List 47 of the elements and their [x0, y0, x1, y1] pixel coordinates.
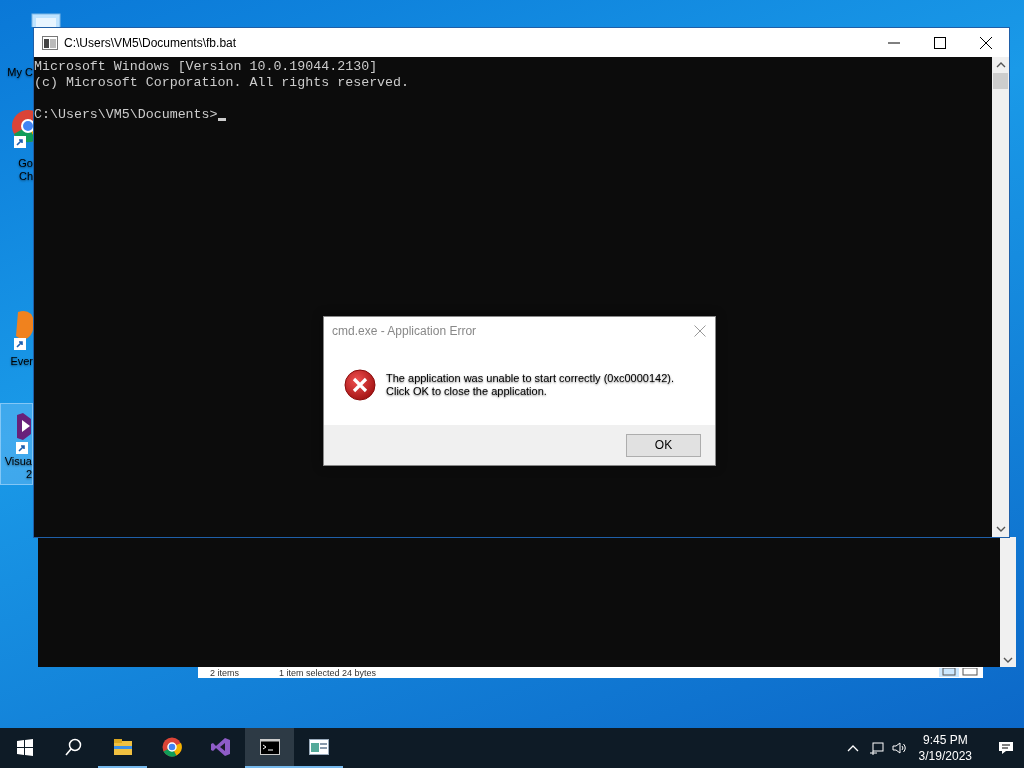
icon-label: 2	[25, 468, 32, 481]
command-prompt: C:\Users\VM5\Documents>	[34, 107, 218, 123]
icon-label: Ch	[18, 170, 33, 183]
clock-time[interactable]: 9:45 PM	[922, 732, 968, 748]
error-message: The application was unable to start correctly (0xc0000142).	[386, 372, 674, 385]
scrollbar[interactable]	[992, 57, 1009, 537]
computer-icon[interactable]	[30, 12, 64, 27]
shortcut-arrow-icon	[16, 442, 28, 454]
ok-button[interactable]: OK	[626, 433, 701, 457]
scroll-thumb[interactable]	[993, 73, 1008, 89]
scroll-down-icon[interactable]	[1003, 656, 1013, 664]
browser-icon	[161, 737, 182, 757]
scrollbar[interactable]	[1000, 537, 1016, 667]
window-icon	[308, 737, 329, 757]
icon-label: Go	[18, 157, 33, 170]
search-icon	[63, 737, 84, 757]
taskbar-button[interactable]	[245, 728, 294, 768]
scroll-down-icon[interactable]	[995, 525, 1006, 533]
maximize-icon	[934, 36, 946, 49]
console-line: Microsoft Windows [Version 10.0.19044.2130]	[34, 59, 379, 75]
console-line: (c) Microsoft Corporation. All rights reserved.	[34, 75, 411, 91]
visual-studio-icon	[210, 737, 231, 757]
dialog-title: cmd.exe - Application Error	[332, 324, 478, 338]
console-icon	[42, 35, 58, 50]
close-icon[interactable]	[694, 325, 706, 337]
shortcut-arrow-icon	[14, 338, 26, 350]
shortcut-arrow-icon	[14, 136, 26, 148]
item-count: 2 items	[210, 668, 239, 678]
network-icon[interactable]	[868, 740, 884, 756]
error-message: Click OK to close the application.	[386, 385, 548, 398]
view-toggle-icon[interactable]	[939, 668, 979, 677]
error-icon	[344, 369, 376, 401]
window-title: C:\Users\VM5\Documents\fb.bat	[64, 35, 238, 50]
scroll-up-icon[interactable]	[995, 61, 1006, 69]
icon-label: Visua	[4, 455, 32, 468]
windows-logo-icon	[14, 737, 35, 757]
text-cursor	[217, 118, 226, 121]
close-icon	[980, 36, 992, 49]
console-icon	[259, 737, 280, 757]
volume-icon[interactable]	[891, 740, 907, 756]
icon-label: My C	[7, 66, 33, 79]
folder-icon	[112, 737, 133, 757]
visual-studio-icon[interactable]	[15, 412, 31, 441]
clock-date[interactable]: 3/19/2023	[918, 748, 972, 764]
selection-info: 1 item selected 24 bytes	[279, 668, 377, 678]
icon-label: Ever	[10, 355, 33, 368]
notification-icon[interactable]	[998, 740, 1014, 756]
